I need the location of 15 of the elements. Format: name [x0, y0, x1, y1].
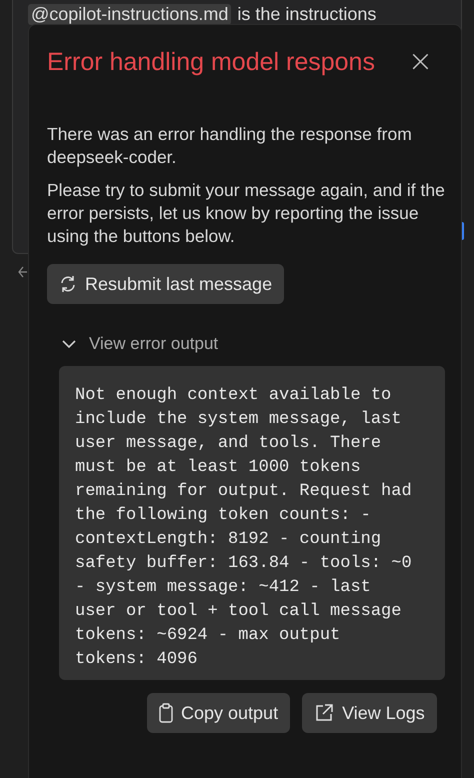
error-message: Please try to submit your message again, and if the error persists, let us know by reporting the issue using the buttons below.: [47, 179, 446, 248]
view-logs-button[interactable]: View Logs: [302, 693, 437, 733]
close-button[interactable]: ×: [408, 47, 445, 77]
external-link-icon: [314, 703, 334, 723]
resubmit-button[interactable]: Resubmit last message: [47, 264, 284, 304]
error-message: There was an error handling the response from deepseek-coder.: [47, 123, 413, 169]
error-output-text: Not enough context available to include the system message, last user message, and tools. There must be at least 1000 tokens remaining for output. Request had the following token counts: - contextLength: 8192 - counting safety buffer: 163.84 - tools: ~0 - system message: ~412 - last user or tool + tool call message tokens: ~6924 - max output tokens: 4096: [75, 385, 413, 671]
clipboard-icon: [159, 703, 173, 723]
copy-output-button[interactable]: Copy output: [147, 693, 290, 733]
error-output-toggle[interactable]: View error output: [61, 334, 445, 354]
refresh-icon: [59, 275, 77, 293]
file-mention[interactable]: @copilot-instructions.md: [28, 4, 232, 25]
dialog-title: Error handling model respons: [47, 48, 375, 76]
back-arrow-icon[interactable]: [18, 266, 28, 278]
message-text: is the instructions: [237, 4, 376, 25]
